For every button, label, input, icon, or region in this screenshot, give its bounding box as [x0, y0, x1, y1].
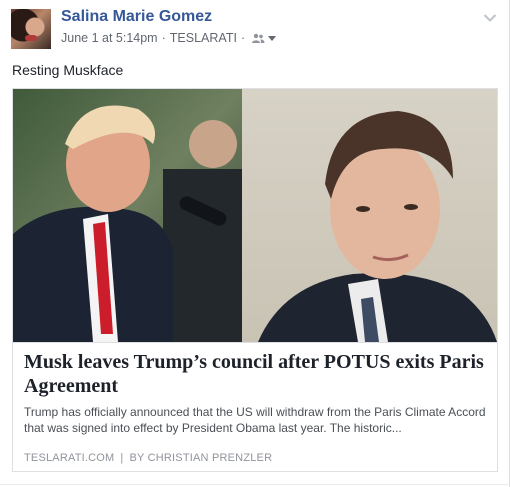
link-preview-card[interactable]: Musk leaves Trump’s council after POTUS …	[12, 88, 498, 472]
link-byline: BY CHRISTIAN PRENZLER	[129, 452, 273, 464]
post-text: Resting Muskface	[12, 62, 124, 78]
chevron-down-icon[interactable]	[483, 10, 497, 22]
post-meta: June 1 at 5:14pm · TESLARATI ·	[61, 31, 277, 45]
link-source: TESLARATI.COM | BY CHRISTIAN PRENZLER	[24, 452, 272, 464]
link-description: Trump has officially announced that the …	[24, 405, 486, 435]
link-domain: TESLARATI.COM	[24, 452, 115, 464]
avatar[interactable]	[11, 9, 51, 49]
source-separator: |	[120, 452, 124, 464]
post-timestamp-link[interactable]: June 1 at 5:14pm	[61, 31, 158, 45]
meta-separator-2: ·	[240, 31, 246, 45]
author-name-link[interactable]: Salina Marie Gomez	[61, 8, 212, 26]
audience-dropdown-caret-icon[interactable]	[268, 35, 277, 41]
post-divider	[0, 484, 510, 485]
link-preview-image[interactable]	[13, 89, 497, 342]
via-page-link[interactable]: TESLARATI	[170, 31, 237, 45]
link-preview-body[interactable]: Musk leaves Trump’s council after POTUS …	[13, 342, 497, 471]
link-title[interactable]: Musk leaves Trump’s council after POTUS …	[24, 350, 484, 398]
friends-icon[interactable]	[251, 33, 265, 43]
meta-separator: ·	[161, 31, 166, 45]
feed-post: Salina Marie Gomez June 1 at 5:14pm · TE…	[0, 0, 510, 487]
